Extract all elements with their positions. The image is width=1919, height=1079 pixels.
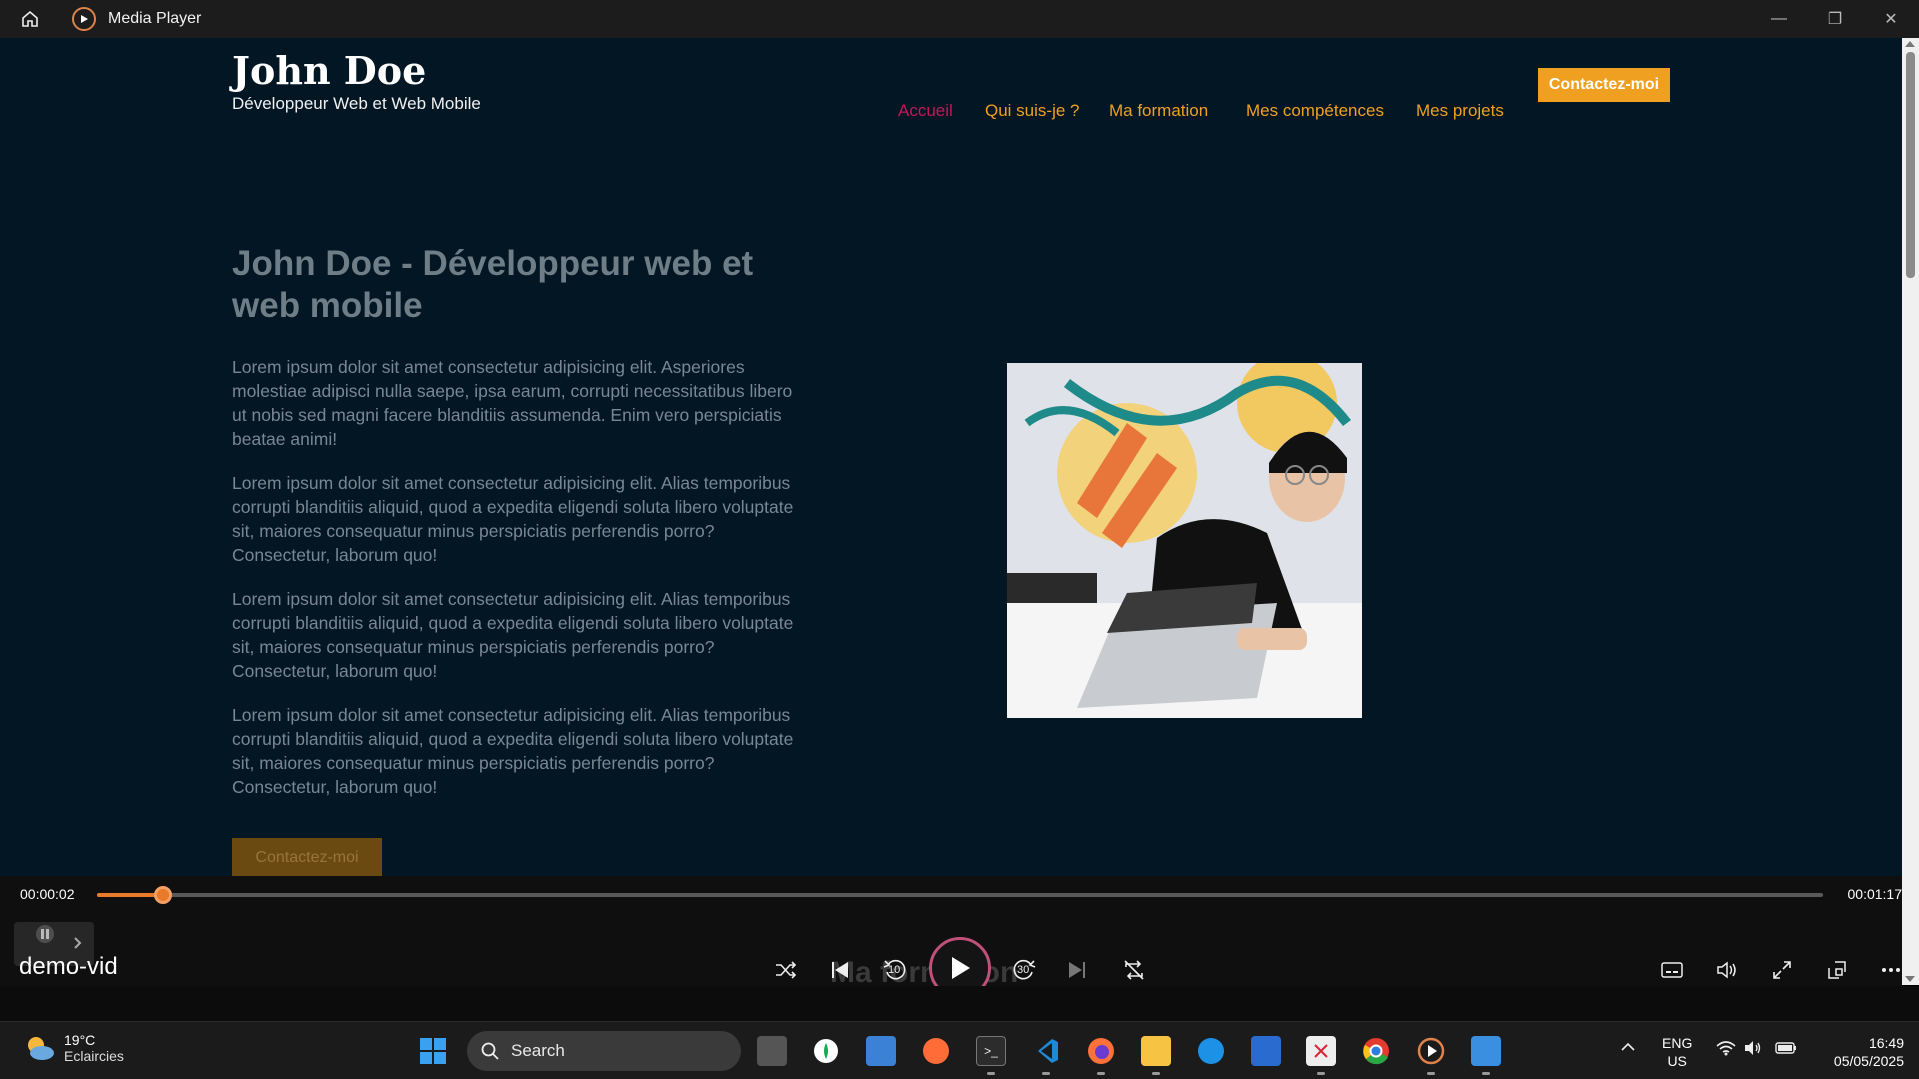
video-frame[interactable]: John Doe Développeur Web et Web Mobile A…	[0, 38, 1902, 878]
captions-icon[interactable]	[1652, 950, 1692, 990]
window-bottom-strip	[0, 986, 1919, 1022]
terminal-icon[interactable]: >_	[976, 1036, 1006, 1066]
repeat-off-icon[interactable]	[1114, 950, 1154, 990]
speaker-icon[interactable]	[1744, 1040, 1762, 1060]
language-indicator[interactable]: ENG US	[1662, 1034, 1692, 1070]
temperature: 19°C	[64, 1032, 96, 1048]
scrollbar-thumb[interactable]	[1906, 52, 1915, 278]
clock-date: 05/05/2025	[1833, 1053, 1904, 1069]
nav-item-mes-projets: Mes projets	[1416, 101, 1504, 120]
close-button[interactable]: ✕	[1863, 0, 1919, 38]
nav-item-ma-formation: Ma formation	[1109, 101, 1209, 120]
clock[interactable]: 16:49 05/05/2025	[1812, 1034, 1904, 1070]
home-icon[interactable]	[0, 0, 60, 38]
restore-button[interactable]: ❐	[1807, 0, 1863, 38]
previous-icon[interactable]	[820, 950, 860, 990]
nav-item-qui-suis-je: Qui suis-je ?	[985, 101, 1080, 120]
hero-paragraph: Lorem ipsum dolor sit amet consectetur a…	[232, 705, 794, 797]
volume-icon[interactable]	[1707, 950, 1747, 990]
nav-item-accueil: Accueil	[898, 101, 953, 120]
firefox-icon[interactable]	[1086, 1036, 1116, 1066]
nav-item-mes-competences: Mes compétences	[1246, 101, 1384, 120]
vertical-scrollbar[interactable]	[1902, 38, 1919, 985]
battery-icon[interactable]	[1775, 1041, 1797, 1059]
wifi-icon[interactable]	[1716, 1040, 1736, 1060]
miniplayer-icon[interactable]	[1817, 950, 1857, 990]
language: ENG	[1662, 1035, 1693, 1051]
media-player-app-icon	[72, 7, 96, 31]
docker-icon[interactable]	[1196, 1036, 1226, 1066]
site-name: John Doe	[232, 48, 427, 93]
minimize-button[interactable]: —	[1751, 0, 1807, 38]
window-title: Media Player	[108, 10, 202, 27]
current-time: 00:00:02	[20, 886, 75, 902]
skip-back-icon[interactable]: 10	[875, 950, 915, 990]
skip-forward-icon[interactable]: 30	[1004, 950, 1044, 990]
search-placeholder: Search	[511, 1041, 565, 1060]
task-view-icon[interactable]	[757, 1036, 787, 1066]
hero-contact-button: Contactez-moi	[232, 838, 382, 878]
photos-icon[interactable]	[1251, 1036, 1281, 1066]
search-icon	[481, 1042, 499, 1060]
postman-icon[interactable]	[921, 1036, 951, 1066]
player-controls: 00:00:02 00:01:17 demo-vid Ma formation …	[0, 876, 1903, 999]
snipping-tool-icon[interactable]	[1306, 1036, 1336, 1066]
shuffle-icon[interactable]	[766, 950, 806, 990]
clock-time: 16:49	[1868, 1035, 1904, 1051]
media-player-icon[interactable]	[1416, 1036, 1446, 1066]
start-icon[interactable]	[418, 1036, 448, 1066]
total-time: 00:01:17	[1847, 886, 1903, 902]
skip-back-seconds: 10	[888, 964, 901, 976]
show-hidden-icons[interactable]	[1620, 1038, 1636, 1056]
hero-paragraph: Lorem ipsum dolor sit amet consectetur a…	[232, 357, 793, 449]
mongodb-icon[interactable]	[811, 1036, 841, 1066]
profile-photo	[1007, 363, 1362, 718]
scroll-up-icon[interactable]	[1905, 41, 1915, 47]
taskbar-search[interactable]: Search	[467, 1031, 741, 1071]
site-subtitle: Développeur Web et Web Mobile	[232, 94, 481, 113]
notepad-icon[interactable]	[866, 1036, 896, 1066]
more-options-icon[interactable]	[1871, 950, 1911, 990]
seek-bar-thumb[interactable]	[153, 886, 172, 904]
weather-icon	[28, 1037, 54, 1060]
next-icon[interactable]	[1057, 950, 1097, 990]
app-icon[interactable]	[1471, 1036, 1501, 1066]
hero-paragraph: Lorem ipsum dolor sit amet consectetur a…	[232, 589, 794, 681]
skip-forward-seconds: 30	[1017, 964, 1030, 976]
weather-condition: Eclaircies	[64, 1048, 124, 1064]
region: US	[1667, 1053, 1687, 1069]
weather-widget[interactable]: 19°C Eclaircies	[22, 1032, 124, 1064]
chrome-icon[interactable]	[1361, 1036, 1391, 1066]
file-explorer-icon[interactable]	[1141, 1036, 1171, 1066]
hero-title: John Doe - Développeur web et web mobile	[232, 244, 754, 325]
title-bar: Media Player — ❐ ✕	[0, 0, 1919, 38]
vscode-icon[interactable]	[1031, 1036, 1061, 1066]
hero-paragraph: Lorem ipsum dolor sit amet consectetur a…	[232, 473, 794, 565]
taskbar: 19°C Eclaircies Search >_ ENG US 16:49 0…	[0, 1021, 1919, 1079]
seek-bar[interactable]	[97, 886, 1823, 904]
nav-contact-button: Contactez-moi	[1538, 68, 1670, 102]
fullscreen-icon[interactable]	[1762, 950, 1802, 990]
seek-bar-progress	[97, 893, 163, 897]
video-title: demo-vid	[19, 953, 118, 980]
